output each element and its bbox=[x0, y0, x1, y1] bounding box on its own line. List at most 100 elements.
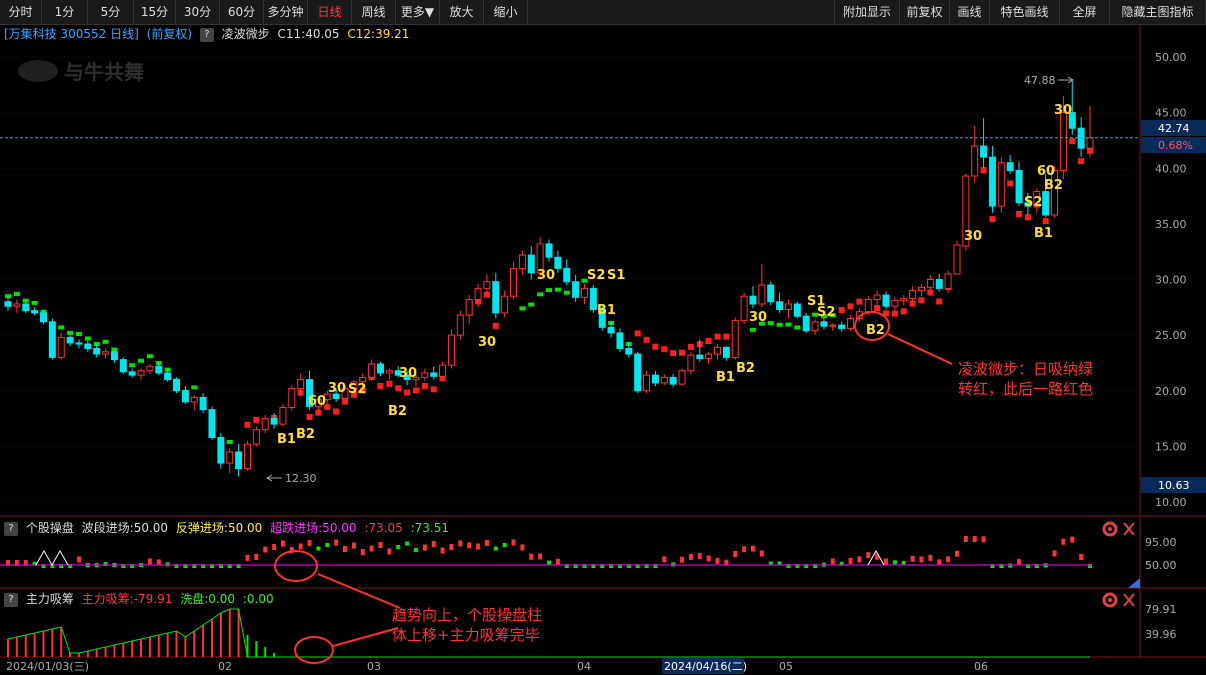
candle bbox=[598, 306, 606, 331]
band-dot bbox=[945, 283, 952, 290]
forward-adjust-button[interactable]: 前复权 bbox=[900, 0, 950, 24]
panel1-dot bbox=[1088, 564, 1092, 568]
panel1-dot bbox=[121, 564, 126, 568]
panel1-dot bbox=[201, 564, 206, 568]
special-draw-button[interactable]: 特色画线 bbox=[990, 0, 1060, 24]
current-price-label: 42.74 bbox=[1158, 122, 1190, 135]
band-dot bbox=[616, 336, 623, 341]
tab-multi-minute[interactable]: 多分钟 bbox=[264, 0, 308, 24]
panel1-dot bbox=[857, 556, 862, 563]
panel1-dot bbox=[298, 543, 303, 550]
band-dot bbox=[31, 300, 38, 305]
candle bbox=[4, 296, 12, 311]
candle bbox=[802, 312, 810, 333]
draw-line-button[interactable]: 画线 bbox=[950, 0, 990, 24]
candle bbox=[359, 372, 367, 388]
band-dot bbox=[1051, 180, 1058, 187]
panel1-dot bbox=[954, 550, 959, 557]
help-icon[interactable]: ? bbox=[4, 521, 18, 536]
candle bbox=[173, 377, 181, 393]
panel1-dot bbox=[644, 564, 649, 568]
hide-indicator-button[interactable]: 隐藏主图指标 bbox=[1110, 0, 1206, 24]
panel1-dot bbox=[192, 564, 197, 568]
band-dot bbox=[129, 363, 136, 368]
panel1-dot bbox=[750, 545, 755, 552]
panel1-dot bbox=[50, 564, 55, 568]
band-dot bbox=[820, 314, 827, 319]
tab-30min[interactable]: 30分 bbox=[176, 0, 220, 24]
panel1-dot bbox=[892, 560, 897, 565]
tab-daily[interactable]: 日线 bbox=[308, 0, 352, 24]
tab-5min[interactable]: 5分 bbox=[88, 0, 134, 24]
candle bbox=[199, 392, 207, 413]
candle bbox=[492, 272, 500, 319]
candle bbox=[793, 301, 801, 319]
panel2-p3: :0.00 bbox=[242, 592, 274, 606]
tab-1min[interactable]: 1分 bbox=[42, 0, 88, 24]
panel1-dot bbox=[901, 560, 906, 565]
panel1-dot bbox=[449, 544, 454, 550]
price-axis-label: 45.00 bbox=[1155, 107, 1187, 120]
panel1-dot bbox=[369, 545, 374, 552]
help-icon[interactable]: ? bbox=[4, 592, 18, 607]
signal-label: 60 bbox=[308, 394, 326, 409]
candle bbox=[589, 285, 597, 313]
panel1-dot bbox=[919, 556, 924, 563]
extra-display-button[interactable]: 附加显示 bbox=[834, 0, 900, 24]
zoom-out-button[interactable]: 缩小 bbox=[484, 0, 528, 24]
panel1-dot bbox=[1025, 564, 1030, 568]
more-dropdown[interactable]: 更多▼ bbox=[396, 0, 440, 24]
panel1-p3: 超跌进场:50.00 bbox=[270, 521, 357, 535]
band-dot bbox=[457, 325, 464, 332]
band-dot bbox=[1069, 138, 1076, 145]
band-dot bbox=[315, 409, 322, 416]
help-icon[interactable]: ? bbox=[199, 27, 214, 42]
candle bbox=[13, 299, 21, 313]
tab-15min[interactable]: 15分 bbox=[134, 0, 176, 24]
band-dot bbox=[696, 341, 703, 348]
indicator-name: 凌波微步 bbox=[221, 27, 270, 41]
candle bbox=[616, 328, 624, 352]
signal-label: S2 bbox=[817, 305, 835, 320]
panel1-dot bbox=[130, 564, 135, 568]
signal-label: 30 bbox=[328, 381, 346, 396]
band-dot bbox=[1007, 180, 1014, 187]
signal-label: B1 bbox=[716, 370, 735, 385]
panel2-header: ? 主力吸筹 主力吸筹:-79.91 洗盘:0.00 :0.00 bbox=[0, 590, 1140, 608]
band-dot bbox=[998, 172, 1005, 179]
band-dot bbox=[643, 336, 650, 343]
candle bbox=[855, 308, 863, 322]
main-chart-header: [万集科技 300552 日线] (前复权) ? 凌波微步 C11:40.05 … bbox=[0, 25, 1140, 43]
candle bbox=[634, 351, 642, 393]
annotation-main-line2: 转红，此后一路红色 bbox=[958, 380, 1093, 398]
candle bbox=[811, 319, 819, 336]
zoom-in-button[interactable]: 放大 bbox=[440, 0, 484, 24]
panel1-dot bbox=[697, 553, 702, 560]
candle bbox=[554, 250, 562, 273]
candle bbox=[988, 146, 996, 213]
band-dot bbox=[412, 387, 419, 394]
band-dot bbox=[989, 216, 996, 223]
panel1-dot bbox=[431, 541, 436, 547]
tab-weekly[interactable]: 周线 bbox=[352, 0, 396, 24]
tab-60min[interactable]: 60分 bbox=[220, 0, 264, 24]
signal-label: 30 bbox=[478, 335, 496, 350]
panel1-dot bbox=[884, 558, 889, 565]
panel1-dot bbox=[653, 564, 658, 568]
candle bbox=[1033, 188, 1041, 213]
candle bbox=[39, 309, 47, 324]
change-pct-label: 0.68% bbox=[1158, 139, 1193, 152]
band-dot bbox=[217, 451, 224, 456]
fullscreen-button[interactable]: 全屏 bbox=[1060, 0, 1110, 24]
date-start: 2024/01/03(三) bbox=[6, 660, 89, 673]
panel1-dot bbox=[759, 550, 764, 557]
panel1-dot bbox=[1034, 564, 1039, 568]
panel1-dot bbox=[245, 554, 250, 561]
band-dot bbox=[191, 385, 198, 390]
tab-intraday[interactable]: 分时 bbox=[0, 0, 42, 24]
band-dot bbox=[537, 292, 544, 297]
panel1-dot bbox=[440, 547, 445, 554]
band-dot bbox=[767, 321, 774, 326]
band-dot bbox=[492, 322, 499, 329]
panel1-dot bbox=[405, 541, 410, 546]
